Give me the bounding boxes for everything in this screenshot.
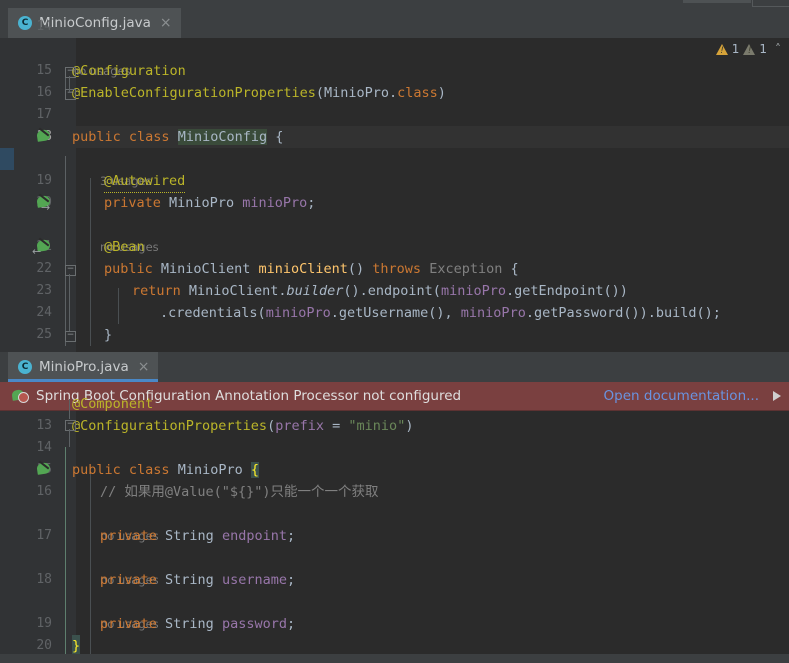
code-text: private String password; — [100, 616, 296, 632]
line-number: 14 — [36, 440, 52, 455]
code-text: @Autowired — [104, 170, 186, 193]
gutter-numbers-bottom: 13 14 15 16 17 18 19 20 — [14, 411, 62, 663]
line-number: 18 — [36, 572, 52, 587]
line-number: 17 — [36, 528, 52, 543]
code-content-top[interactable]: no usages @Configuration @EnableConfigur… — [65, 38, 789, 352]
code-editor-top[interactable]: ! 1 ! 1 ˄ no usages @Configuration @Enab… — [0, 19, 789, 352]
code-line-18b[interactable]: private String username; — [76, 569, 789, 591]
fold-guide — [69, 274, 70, 332]
code-line-14[interactable] — [76, 437, 789, 459]
usage-hint-row: no usages — [76, 591, 789, 631]
code-line-12[interactable]: @Component — [72, 393, 789, 415]
line-number: 17 — [36, 107, 52, 122]
code-text: @ConfigurationProperties(prefix = "minio… — [72, 418, 414, 434]
code-text: @Component — [72, 396, 154, 412]
caret-line-marker — [0, 148, 14, 170]
line-number: 15 — [36, 63, 52, 78]
code-line-16b[interactable]: // 如果用@Value("${}")只能一个一个获取 — [76, 481, 789, 503]
usage-hint-row: no usages — [76, 503, 789, 543]
fold-marker-expand[interactable]: − — [65, 331, 76, 342]
fold-marker-collapse[interactable]: − — [65, 67, 76, 78]
usage-hint-row: 3 usages — [76, 148, 789, 188]
spring-bean-autowire-icon[interactable]: → — [36, 193, 51, 213]
code-text: @EnableConfigurationProperties(MinioPro.… — [72, 85, 446, 101]
code-line-19[interactable]: @Autowired — [76, 170, 789, 193]
code-editor-bottom[interactable]: @Component @ConfigurationProperties(pref… — [0, 396, 789, 663]
usage-hint-row: no usages — [72, 38, 789, 78]
code-text: private String username; — [100, 572, 296, 588]
code-line-13[interactable]: @ConfigurationProperties(prefix = "minio… — [72, 415, 789, 437]
line-number: 19 — [36, 616, 52, 631]
java-class-icon: C — [18, 360, 32, 374]
code-text: private MinioPro minioPro; — [104, 195, 316, 211]
code-content-bottom[interactable]: @Component @ConfigurationProperties(pref… — [65, 396, 789, 663]
spring-bean-icon[interactable] — [36, 460, 51, 478]
code-line-20[interactable]: private MinioPro minioPro; — [76, 192, 789, 214]
fold-marker-collapse[interactable]: − — [65, 89, 76, 100]
line-number: 25 — [36, 327, 52, 342]
usage-hint-row: no usages — [76, 214, 789, 254]
code-text: @Configuration — [72, 63, 186, 79]
code-line-23[interactable]: return MinioClient.builder().endpoint(mi… — [76, 280, 789, 302]
ide-screenshot: C MinioConfig.java × ! 1 ! 1 ˄ no usages… — [0, 0, 789, 663]
line-number: 16 — [36, 85, 52, 100]
code-text: public MinioClient minioClient() throws … — [104, 261, 519, 277]
fold-marker-collapse[interactable]: − — [65, 265, 76, 276]
code-line-24[interactable]: .credentials(minioPro.getUsername(), min… — [76, 302, 789, 324]
line-number: 16 — [36, 484, 52, 499]
tab-miniopro-java[interactable]: C MinioPro.java × — [8, 352, 159, 382]
code-text: private String endpoint; — [100, 528, 296, 544]
code-line-17b[interactable]: private String endpoint; — [76, 525, 789, 547]
code-text: // 如果用@Value("${}")只能一个一个获取 — [100, 484, 379, 500]
code-text: public class MinioConfig { — [72, 129, 284, 145]
spring-boot-error-icon — [11, 389, 29, 403]
code-line-19b[interactable]: private String password; — [76, 613, 789, 635]
fold-guide — [69, 399, 70, 419]
spring-bean-produces-icon[interactable]: ← — [32, 237, 51, 257]
code-line-17[interactable] — [76, 104, 789, 126]
code-line-16[interactable]: @EnableConfigurationProperties(MinioPro.… — [72, 82, 789, 104]
tabbar-top: C MinioConfig.java × — [0, 8, 789, 38]
fold-guide — [69, 429, 70, 447]
spring-bean-icon[interactable] — [36, 127, 51, 145]
code-text: public class MinioPro { — [72, 462, 260, 478]
code-line-15[interactable]: @Configuration — [72, 60, 789, 82]
chrome-seam — [683, 0, 751, 3]
usage-hint-row: no usages — [76, 547, 789, 587]
tabbar-bottom: C MinioPro.java × — [0, 352, 789, 382]
code-line-21[interactable]: @Bean — [76, 236, 789, 258]
fold-markers-bottom[interactable]: − — [62, 399, 76, 663]
fold-markers-top[interactable]: − − − − — [62, 38, 76, 352]
code-text: } — [104, 327, 113, 343]
tab-label: MinioPro.java — [39, 359, 129, 375]
editor-pane-top: C MinioConfig.java × ! 1 ! 1 ˄ no usages… — [0, 8, 789, 352]
code-text: .credentials(minioPro.getUsername(), min… — [160, 305, 721, 321]
editor-pane-bottom: C MinioPro.java × Spring Boot Configurat… — [0, 352, 789, 663]
code-line-18[interactable]: public class MinioConfig { — [72, 126, 789, 148]
code-text: return MinioClient.builder().endpoint(mi… — [132, 283, 628, 299]
fold-marker-collapse[interactable]: − — [65, 420, 76, 431]
line-number: 19 — [36, 173, 52, 188]
fold-guide — [69, 76, 70, 92]
chrome-seam-right — [752, 0, 789, 7]
line-number: 13 — [36, 418, 52, 433]
code-text: @Bean — [104, 239, 145, 255]
close-icon[interactable]: × — [136, 360, 150, 374]
bottom-chrome-bar — [0, 654, 789, 663]
close-icon[interactable]: × — [158, 16, 172, 30]
code-line-15b[interactable]: public class MinioPro { — [72, 459, 789, 481]
line-number: 24 — [36, 305, 52, 320]
code-line-25[interactable]: } — [76, 324, 789, 346]
line-number: 22 — [36, 261, 52, 276]
line-number: 14 — [36, 19, 52, 34]
line-number: 23 — [36, 283, 52, 298]
gutter-numbers-top: 14 15 16 17 18 19 20 21 22 23 24 25 → ← — [14, 19, 62, 352]
code-line-22[interactable]: public MinioClient minioClient() throws … — [76, 258, 789, 280]
window-chrome-sliver — [0, 0, 789, 8]
